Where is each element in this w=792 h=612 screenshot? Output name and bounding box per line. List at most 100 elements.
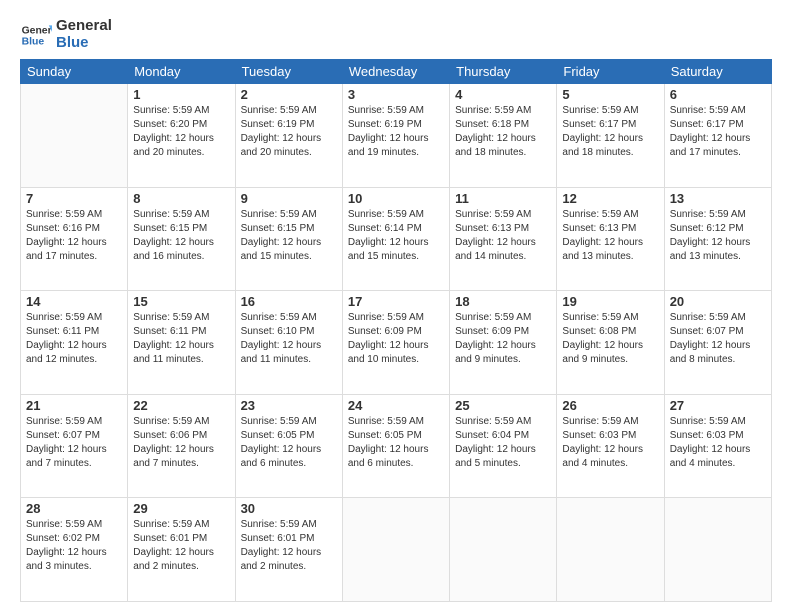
day-info: Sunrise: 5:59 AM Sunset: 6:01 PM Dayligh… bbox=[133, 518, 229, 574]
calendar-cell: 30 Sunrise: 5:59 AM Sunset: 6:01 PM Dayli… bbox=[235, 498, 342, 602]
calendar-cell bbox=[450, 498, 557, 602]
weekday-header-tuesday: Tuesday bbox=[235, 60, 342, 84]
calendar-cell: 4 Sunrise: 5:59 AM Sunset: 6:18 PM Daylig… bbox=[450, 84, 557, 188]
weekday-header-wednesday: Wednesday bbox=[342, 60, 449, 84]
calendar-cell: 7 Sunrise: 5:59 AM Sunset: 6:16 PM Daylig… bbox=[21, 187, 128, 291]
day-info: Sunrise: 5:59 AM Sunset: 6:15 PM Dayligh… bbox=[241, 208, 337, 264]
day-number: 14 bbox=[26, 294, 122, 309]
calendar-cell: 24 Sunrise: 5:59 AM Sunset: 6:05 PM Dayli… bbox=[342, 394, 449, 498]
day-number: 7 bbox=[26, 191, 122, 206]
svg-text:General: General bbox=[22, 25, 52, 36]
day-info: Sunrise: 5:59 AM Sunset: 6:09 PM Dayligh… bbox=[455, 311, 551, 367]
day-number: 30 bbox=[241, 501, 337, 516]
day-info: Sunrise: 5:59 AM Sunset: 6:14 PM Dayligh… bbox=[348, 208, 444, 264]
day-number: 12 bbox=[562, 191, 658, 206]
day-info: Sunrise: 5:59 AM Sunset: 6:04 PM Dayligh… bbox=[455, 415, 551, 471]
calendar-cell: 26 Sunrise: 5:59 AM Sunset: 6:03 PM Dayli… bbox=[557, 394, 664, 498]
weekday-header-friday: Friday bbox=[557, 60, 664, 84]
day-info: Sunrise: 5:59 AM Sunset: 6:10 PM Dayligh… bbox=[241, 311, 337, 367]
page: General Blue General Blue SundayMondayTu… bbox=[0, 0, 792, 612]
calendar-cell: 5 Sunrise: 5:59 AM Sunset: 6:17 PM Daylig… bbox=[557, 84, 664, 188]
day-info: Sunrise: 5:59 AM Sunset: 6:20 PM Dayligh… bbox=[133, 104, 229, 160]
calendar-cell: 16 Sunrise: 5:59 AM Sunset: 6:10 PM Dayli… bbox=[235, 291, 342, 395]
day-number: 10 bbox=[348, 191, 444, 206]
day-info: Sunrise: 5:59 AM Sunset: 6:12 PM Dayligh… bbox=[670, 208, 766, 264]
day-number: 16 bbox=[241, 294, 337, 309]
day-info: Sunrise: 5:59 AM Sunset: 6:03 PM Dayligh… bbox=[562, 415, 658, 471]
calendar-cell: 14 Sunrise: 5:59 AM Sunset: 6:11 PM Dayli… bbox=[21, 291, 128, 395]
logo-icon: General Blue bbox=[20, 19, 52, 51]
day-info: Sunrise: 5:59 AM Sunset: 6:19 PM Dayligh… bbox=[241, 104, 337, 160]
day-info: Sunrise: 5:59 AM Sunset: 6:07 PM Dayligh… bbox=[670, 311, 766, 367]
day-number: 4 bbox=[455, 87, 551, 102]
day-number: 6 bbox=[670, 87, 766, 102]
day-info: Sunrise: 5:59 AM Sunset: 6:01 PM Dayligh… bbox=[241, 518, 337, 574]
calendar-header-row: SundayMondayTuesdayWednesdayThursdayFrid… bbox=[21, 60, 772, 84]
day-number: 3 bbox=[348, 87, 444, 102]
day-info: Sunrise: 5:59 AM Sunset: 6:11 PM Dayligh… bbox=[26, 311, 122, 367]
day-number: 1 bbox=[133, 87, 229, 102]
calendar-cell: 15 Sunrise: 5:59 AM Sunset: 6:11 PM Dayli… bbox=[128, 291, 235, 395]
calendar-cell: 10 Sunrise: 5:59 AM Sunset: 6:14 PM Dayli… bbox=[342, 187, 449, 291]
weekday-header-saturday: Saturday bbox=[664, 60, 771, 84]
day-info: Sunrise: 5:59 AM Sunset: 6:07 PM Dayligh… bbox=[26, 415, 122, 471]
calendar-cell: 17 Sunrise: 5:59 AM Sunset: 6:09 PM Dayli… bbox=[342, 291, 449, 395]
day-number: 27 bbox=[670, 398, 766, 413]
day-number: 26 bbox=[562, 398, 658, 413]
day-info: Sunrise: 5:59 AM Sunset: 6:11 PM Dayligh… bbox=[133, 311, 229, 367]
day-number: 28 bbox=[26, 501, 122, 516]
day-number: 13 bbox=[670, 191, 766, 206]
calendar-cell: 29 Sunrise: 5:59 AM Sunset: 6:01 PM Dayli… bbox=[128, 498, 235, 602]
day-info: Sunrise: 5:59 AM Sunset: 6:09 PM Dayligh… bbox=[348, 311, 444, 367]
day-number: 18 bbox=[455, 294, 551, 309]
day-number: 29 bbox=[133, 501, 229, 516]
day-info: Sunrise: 5:59 AM Sunset: 6:16 PM Dayligh… bbox=[26, 208, 122, 264]
calendar-cell: 19 Sunrise: 5:59 AM Sunset: 6:08 PM Dayli… bbox=[557, 291, 664, 395]
weekday-header-sunday: Sunday bbox=[21, 60, 128, 84]
day-number: 5 bbox=[562, 87, 658, 102]
day-number: 19 bbox=[562, 294, 658, 309]
day-number: 15 bbox=[133, 294, 229, 309]
calendar-cell: 25 Sunrise: 5:59 AM Sunset: 6:04 PM Dayli… bbox=[450, 394, 557, 498]
day-info: Sunrise: 5:59 AM Sunset: 6:19 PM Dayligh… bbox=[348, 104, 444, 160]
logo-general: General bbox=[56, 18, 112, 35]
logo-blue: Blue bbox=[56, 35, 112, 52]
calendar-cell: 13 Sunrise: 5:59 AM Sunset: 6:12 PM Dayli… bbox=[664, 187, 771, 291]
calendar-cell: 21 Sunrise: 5:59 AM Sunset: 6:07 PM Dayli… bbox=[21, 394, 128, 498]
day-number: 21 bbox=[26, 398, 122, 413]
calendar-cell bbox=[342, 498, 449, 602]
day-number: 11 bbox=[455, 191, 551, 206]
calendar-cell bbox=[664, 498, 771, 602]
calendar-cell: 23 Sunrise: 5:59 AM Sunset: 6:05 PM Dayli… bbox=[235, 394, 342, 498]
calendar-table: SundayMondayTuesdayWednesdayThursdayFrid… bbox=[20, 59, 772, 602]
header: General Blue General Blue bbox=[20, 18, 772, 51]
day-info: Sunrise: 5:59 AM Sunset: 6:17 PM Dayligh… bbox=[670, 104, 766, 160]
day-number: 25 bbox=[455, 398, 551, 413]
day-info: Sunrise: 5:59 AM Sunset: 6:13 PM Dayligh… bbox=[562, 208, 658, 264]
calendar-cell: 18 Sunrise: 5:59 AM Sunset: 6:09 PM Dayli… bbox=[450, 291, 557, 395]
day-info: Sunrise: 5:59 AM Sunset: 6:03 PM Dayligh… bbox=[670, 415, 766, 471]
day-number: 17 bbox=[348, 294, 444, 309]
day-number: 24 bbox=[348, 398, 444, 413]
day-info: Sunrise: 5:59 AM Sunset: 6:05 PM Dayligh… bbox=[241, 415, 337, 471]
calendar-week-row: 28Sunrise: 5:59 AM Sunset: 6:02 PM Dayli… bbox=[21, 498, 772, 602]
calendar-cell: 12 Sunrise: 5:59 AM Sunset: 6:13 PM Dayli… bbox=[557, 187, 664, 291]
logo: General Blue General Blue bbox=[20, 18, 112, 51]
day-info: Sunrise: 5:59 AM Sunset: 6:06 PM Dayligh… bbox=[133, 415, 229, 471]
day-info: Sunrise: 5:59 AM Sunset: 6:17 PM Dayligh… bbox=[562, 104, 658, 160]
calendar-cell bbox=[21, 84, 128, 188]
day-number: 23 bbox=[241, 398, 337, 413]
day-info: Sunrise: 5:59 AM Sunset: 6:08 PM Dayligh… bbox=[562, 311, 658, 367]
calendar-week-row: 7 Sunrise: 5:59 AM Sunset: 6:16 PM Daylig… bbox=[21, 187, 772, 291]
day-info: Sunrise: 5:59 AM Sunset: 6:05 PM Dayligh… bbox=[348, 415, 444, 471]
weekday-header-thursday: Thursday bbox=[450, 60, 557, 84]
calendar-cell: 11Sunrise: 5:59 AM Sunset: 6:13 PM Dayli… bbox=[450, 187, 557, 291]
day-info: Sunrise: 5:59 AM Sunset: 6:15 PM Dayligh… bbox=[133, 208, 229, 264]
calendar-cell: 1 Sunrise: 5:59 AM Sunset: 6:20 PM Daylig… bbox=[128, 84, 235, 188]
day-number: 9 bbox=[241, 191, 337, 206]
calendar-week-row: 21 Sunrise: 5:59 AM Sunset: 6:07 PM Dayli… bbox=[21, 394, 772, 498]
day-number: 2 bbox=[241, 87, 337, 102]
day-info: Sunrise: 5:59 AM Sunset: 6:18 PM Dayligh… bbox=[455, 104, 551, 160]
calendar-cell: 9 Sunrise: 5:59 AM Sunset: 6:15 PM Daylig… bbox=[235, 187, 342, 291]
day-number: 8 bbox=[133, 191, 229, 206]
